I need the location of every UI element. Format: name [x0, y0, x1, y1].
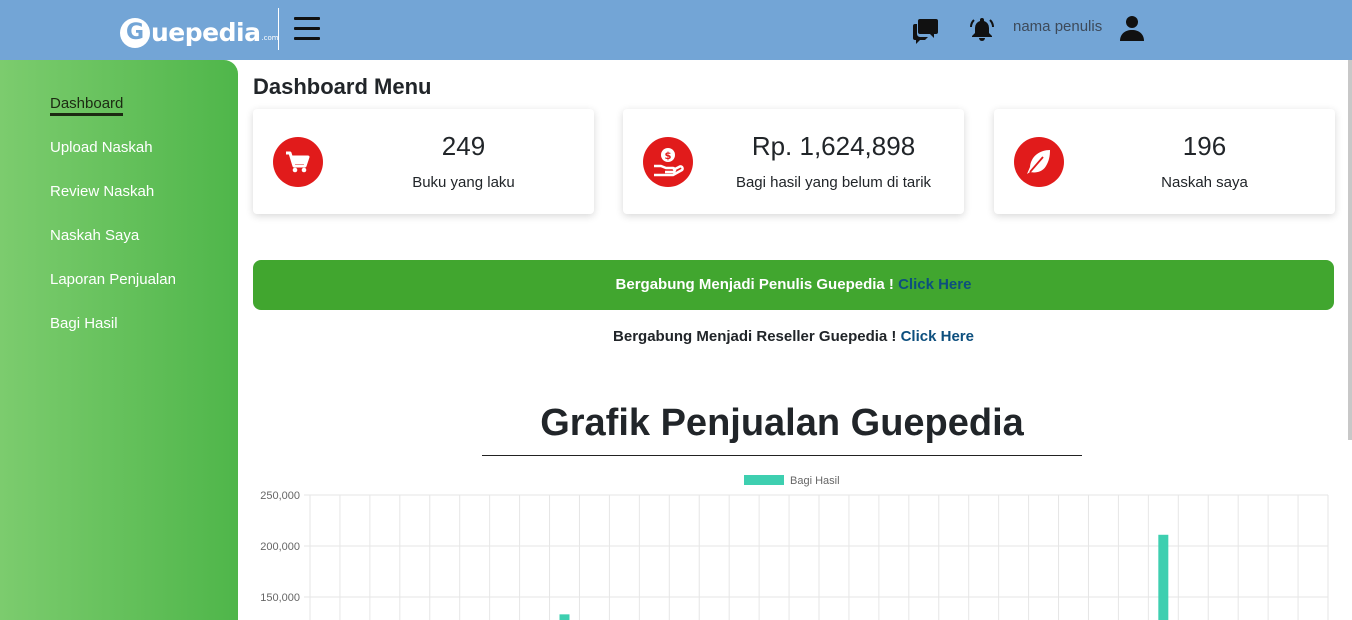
- chart-bar: [1158, 534, 1169, 620]
- reseller-join-line: Bergabung Menjadi Reseller Guepedia ! Cl…: [253, 328, 1334, 345]
- chart-legend-swatch: [744, 475, 784, 485]
- manuscripts-label: Naskah saya: [1161, 174, 1248, 191]
- hamburger-menu-icon[interactable]: [294, 17, 320, 43]
- top-navbar: G uepedia .com nama penulis: [0, 0, 1352, 60]
- books-sold-label: Buku yang laku: [412, 174, 515, 191]
- money-hand-icon: $: [643, 137, 693, 187]
- sidebar-item-review-naskah[interactable]: Review Naskah: [50, 183, 154, 200]
- writer-join-text: Bergabung Menjadi Penulis Guepedia !: [615, 276, 899, 293]
- chart-title-underline: [482, 455, 1082, 456]
- cart-icon: [273, 137, 323, 187]
- chart-ytick-label: 150,000: [260, 592, 300, 604]
- revenue-value: Rp. 1,624,898: [751, 131, 916, 161]
- page-title: Dashboard Menu: [253, 74, 432, 99]
- revenue-label: Bagi hasil yang belum di tarik: [735, 174, 932, 191]
- guepedia-logo[interactable]: G uepedia .com: [120, 14, 279, 48]
- manuscripts-value: 196: [1182, 131, 1227, 161]
- sidebar-item-upload-naskah[interactable]: Upload Naskah: [50, 139, 153, 156]
- writer-join-link[interactable]: Click Here: [898, 276, 971, 293]
- logo-suffix: .com: [261, 34, 279, 42]
- writer-join-banner: Bergabung Menjadi Penulis Guepedia ! Cli…: [253, 260, 1334, 310]
- sales-chart: 250,000 200,000 150,000 Bagi Hasil: [260, 475, 1329, 620]
- stat-card-books-sold: 249 Buku yang laku: [253, 109, 594, 214]
- chart-legend-label: Bagi Hasil: [790, 475, 840, 487]
- books-sold-value: 249: [441, 131, 486, 161]
- page-scrollbar[interactable]: [1348, 60, 1352, 440]
- chart-bar: [559, 614, 570, 620]
- sidebar-item-naskah-saya[interactable]: Naskah Saya: [50, 227, 139, 244]
- bell-icon[interactable]: [968, 15, 996, 43]
- stat-card-manuscripts: 196 Naskah saya: [994, 109, 1335, 214]
- header-divider: [278, 8, 279, 50]
- logo-letter: G: [120, 18, 150, 48]
- logo-text: uepedia: [151, 18, 261, 47]
- user-name[interactable]: nama penulis: [1013, 18, 1102, 35]
- sidebar-item-laporan-penjualan[interactable]: Laporan Penjualan: [50, 271, 176, 288]
- feather-icon: [1014, 137, 1064, 187]
- chart-ytick-label: 250,000: [260, 490, 300, 502]
- stat-card-revenue: $ Rp. 1,624,898 Bagi hasil yang belum di…: [623, 109, 964, 214]
- reseller-join-text: Bergabung Menjadi Reseller Guepedia !: [613, 328, 901, 345]
- sidebar-item-bagi-hasil[interactable]: Bagi Hasil: [50, 315, 118, 332]
- svg-text:$: $: [665, 151, 672, 162]
- user-icon[interactable]: [1118, 14, 1146, 42]
- sidebar-item-dashboard[interactable]: Dashboard: [50, 95, 124, 116]
- chart-ytick-label: 200,000: [260, 541, 300, 553]
- chart-title: Grafik Penjualan Guepedia: [540, 402, 1024, 444]
- sidebar: Dashboard Upload Naskah Review Naskah Na…: [0, 60, 238, 620]
- chat-icon[interactable]: [912, 16, 940, 44]
- reseller-join-link[interactable]: Click Here: [901, 328, 974, 345]
